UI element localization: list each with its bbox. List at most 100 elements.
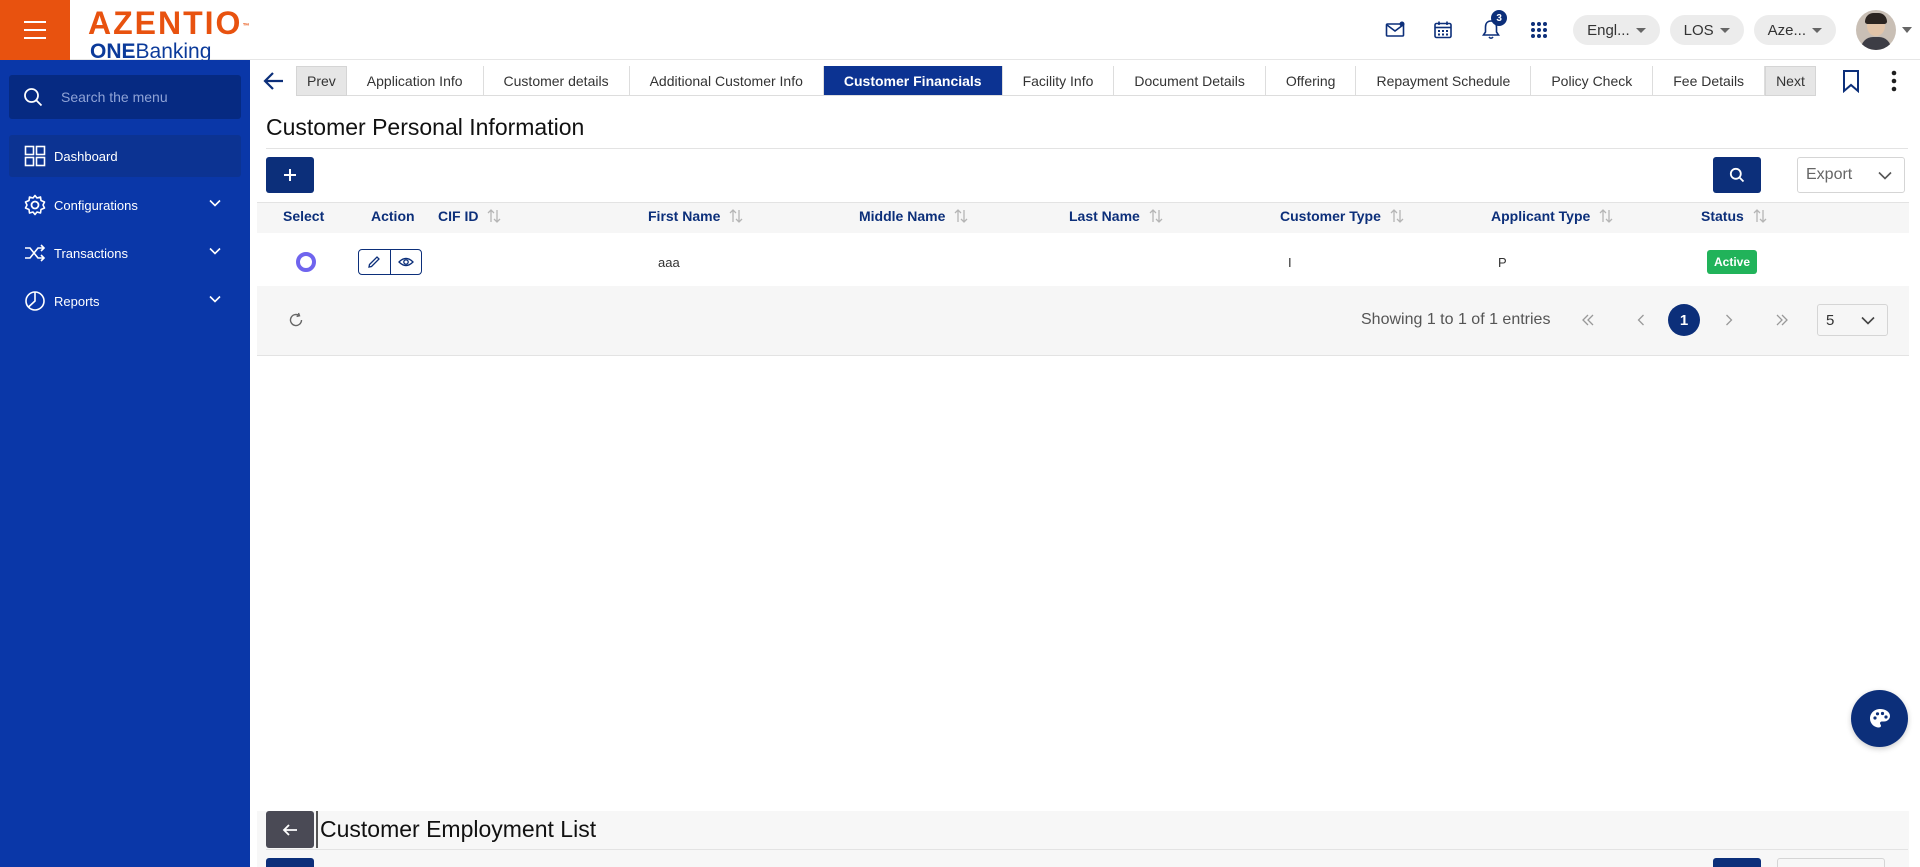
sidebar-item-dashboard[interactable]: Dashboard: [9, 135, 241, 177]
plus-icon: [284, 169, 296, 181]
column-header-last-name[interactable]: Last Name: [1069, 208, 1164, 224]
tab-facility-info[interactable]: Facility Info: [1002, 66, 1115, 96]
tab-additional-customer-info[interactable]: Additional Customer Info: [629, 66, 824, 96]
tab-prev-button[interactable]: Prev: [296, 66, 347, 96]
shuffle-icon: [25, 244, 46, 262]
divider: [257, 202, 1909, 203]
view-button[interactable]: [389, 250, 421, 274]
hamburger-menu-button[interactable]: [0, 0, 70, 60]
sidebar-item-label: Dashboard: [54, 148, 118, 164]
sort-icon: [1599, 209, 1613, 223]
sidebar-item-label: Configurations: [54, 197, 138, 213]
divider: [266, 849, 1908, 850]
sort-icon: [487, 209, 501, 223]
chevron-down-icon: [209, 295, 221, 303]
export-select[interactable]: Export: [1797, 157, 1905, 193]
tab-next-button[interactable]: Next: [1765, 66, 1816, 96]
tab-repayment-schedule[interactable]: Repayment Schedule: [1356, 66, 1532, 96]
sidebar-search-input[interactable]: [61, 89, 231, 105]
bell-icon[interactable]: 3: [1467, 10, 1515, 48]
last-page-button[interactable]: [1766, 304, 1798, 336]
tab-offering[interactable]: Offering: [1265, 66, 1357, 96]
column-header-status[interactable]: Status: [1701, 208, 1768, 224]
edit-button[interactable]: [359, 250, 390, 274]
chevrons-right-icon: [1776, 314, 1788, 326]
tab-fee-details[interactable]: Fee Details: [1653, 66, 1766, 96]
refresh-icon[interactable]: [288, 312, 304, 328]
back-arrow-icon[interactable]: [262, 68, 286, 94]
search-icon: [1729, 167, 1745, 183]
search-button[interactable]: [1713, 157, 1761, 193]
tab-application-info[interactable]: Application Info: [346, 66, 484, 96]
prev-page-button[interactable]: [1625, 304, 1657, 336]
calendar-icon[interactable]: [1419, 12, 1467, 48]
column-header-customer-type[interactable]: Customer Type: [1280, 208, 1405, 224]
bookmark-icon[interactable]: [1841, 69, 1861, 93]
sidebar-item-configurations[interactable]: Configurations: [9, 184, 241, 226]
page-size-select[interactable]: 5: [1817, 304, 1888, 336]
section-title-employment: Customer Employment List: [320, 816, 597, 842]
add-button[interactable]: [266, 157, 314, 193]
employment-search-button[interactable]: [1713, 858, 1761, 867]
sidebar-item-reports[interactable]: Reports: [9, 280, 241, 322]
user-avatar[interactable]: [1856, 10, 1896, 50]
sidebar: Dashboard Configurations Transactions Re…: [0, 60, 250, 867]
chevron-left-icon: [1637, 314, 1644, 326]
chevron-down-icon: [209, 199, 221, 207]
column-header-select: Select: [283, 208, 325, 224]
top-header: AZENTIO™ ONEBanking 3 Engl... LOS Aze...: [0, 0, 1920, 60]
employment-add-button[interactable]: [266, 858, 314, 867]
page-button-current[interactable]: 1: [1668, 304, 1700, 336]
pencil-icon: [368, 256, 381, 268]
column-header-first-name[interactable]: First Name: [648, 208, 744, 224]
cell-first-name: aaa: [658, 255, 680, 270]
hamburger-icon: [24, 18, 46, 42]
column-header-middle-name[interactable]: Middle Name: [859, 208, 969, 224]
theme-palette-button[interactable]: [1851, 690, 1908, 747]
sort-icon: [1390, 209, 1404, 223]
back-button[interactable]: [266, 811, 314, 848]
avatar-caret-icon[interactable]: [1902, 27, 1912, 33]
kebab-menu-icon[interactable]: [1888, 68, 1900, 94]
tab-customer-details[interactable]: Customer details: [483, 66, 630, 96]
mail-icon[interactable]: [1371, 12, 1419, 48]
search-icon: [24, 88, 43, 107]
caret-down-icon: [1635, 27, 1646, 33]
sidebar-search: [9, 75, 241, 119]
employment-export-select[interactable]: [1777, 858, 1885, 867]
dashboard-icon: [24, 145, 46, 167]
column-header-applicant-type[interactable]: Applicant Type: [1491, 208, 1614, 224]
tab-policy-check[interactable]: Policy Check: [1531, 66, 1654, 96]
chevron-down-icon: [1878, 171, 1892, 180]
apps-grid-icon[interactable]: [1515, 12, 1563, 48]
caret-down-icon: [1719, 27, 1730, 33]
cell-customer-type: I: [1288, 255, 1292, 270]
sidebar-item-label: Transactions: [54, 245, 128, 261]
first-page-button[interactable]: [1572, 304, 1604, 336]
sort-icon: [1753, 209, 1767, 223]
column-header-action: Action: [371, 208, 415, 224]
app-logo: AZENTIO™ ONEBanking: [88, 5, 250, 60]
divider: [257, 355, 1909, 356]
module-select[interactable]: LOS: [1669, 15, 1744, 45]
sort-icon: [1149, 209, 1163, 223]
chevron-down-icon: [1861, 316, 1875, 325]
tab-document-details[interactable]: Document Details: [1114, 66, 1266, 96]
column-header-cif-id[interactable]: CIF ID: [438, 208, 502, 224]
chevron-right-icon: [1726, 314, 1733, 326]
step-tabs: Prev Application Info Customer details A…: [296, 66, 1816, 96]
tab-customer-financials[interactable]: Customer Financials: [823, 66, 1003, 96]
sidebar-item-transactions[interactable]: Transactions: [9, 232, 241, 274]
row-actions: [358, 249, 422, 275]
next-page-button[interactable]: [1713, 304, 1745, 336]
entity-select[interactable]: Aze...: [1753, 15, 1836, 45]
row-select-radio[interactable]: [296, 252, 316, 272]
sidebar-item-label: Reports: [54, 293, 100, 309]
page-title: Customer Personal Information: [266, 114, 585, 140]
sort-icon: [729, 209, 743, 223]
language-select[interactable]: Engl...: [1573, 15, 1660, 45]
cell-applicant-type: P: [1498, 255, 1507, 270]
sort-icon: [954, 209, 968, 223]
arrow-left-icon: [282, 823, 297, 836]
divider: [266, 148, 1908, 149]
